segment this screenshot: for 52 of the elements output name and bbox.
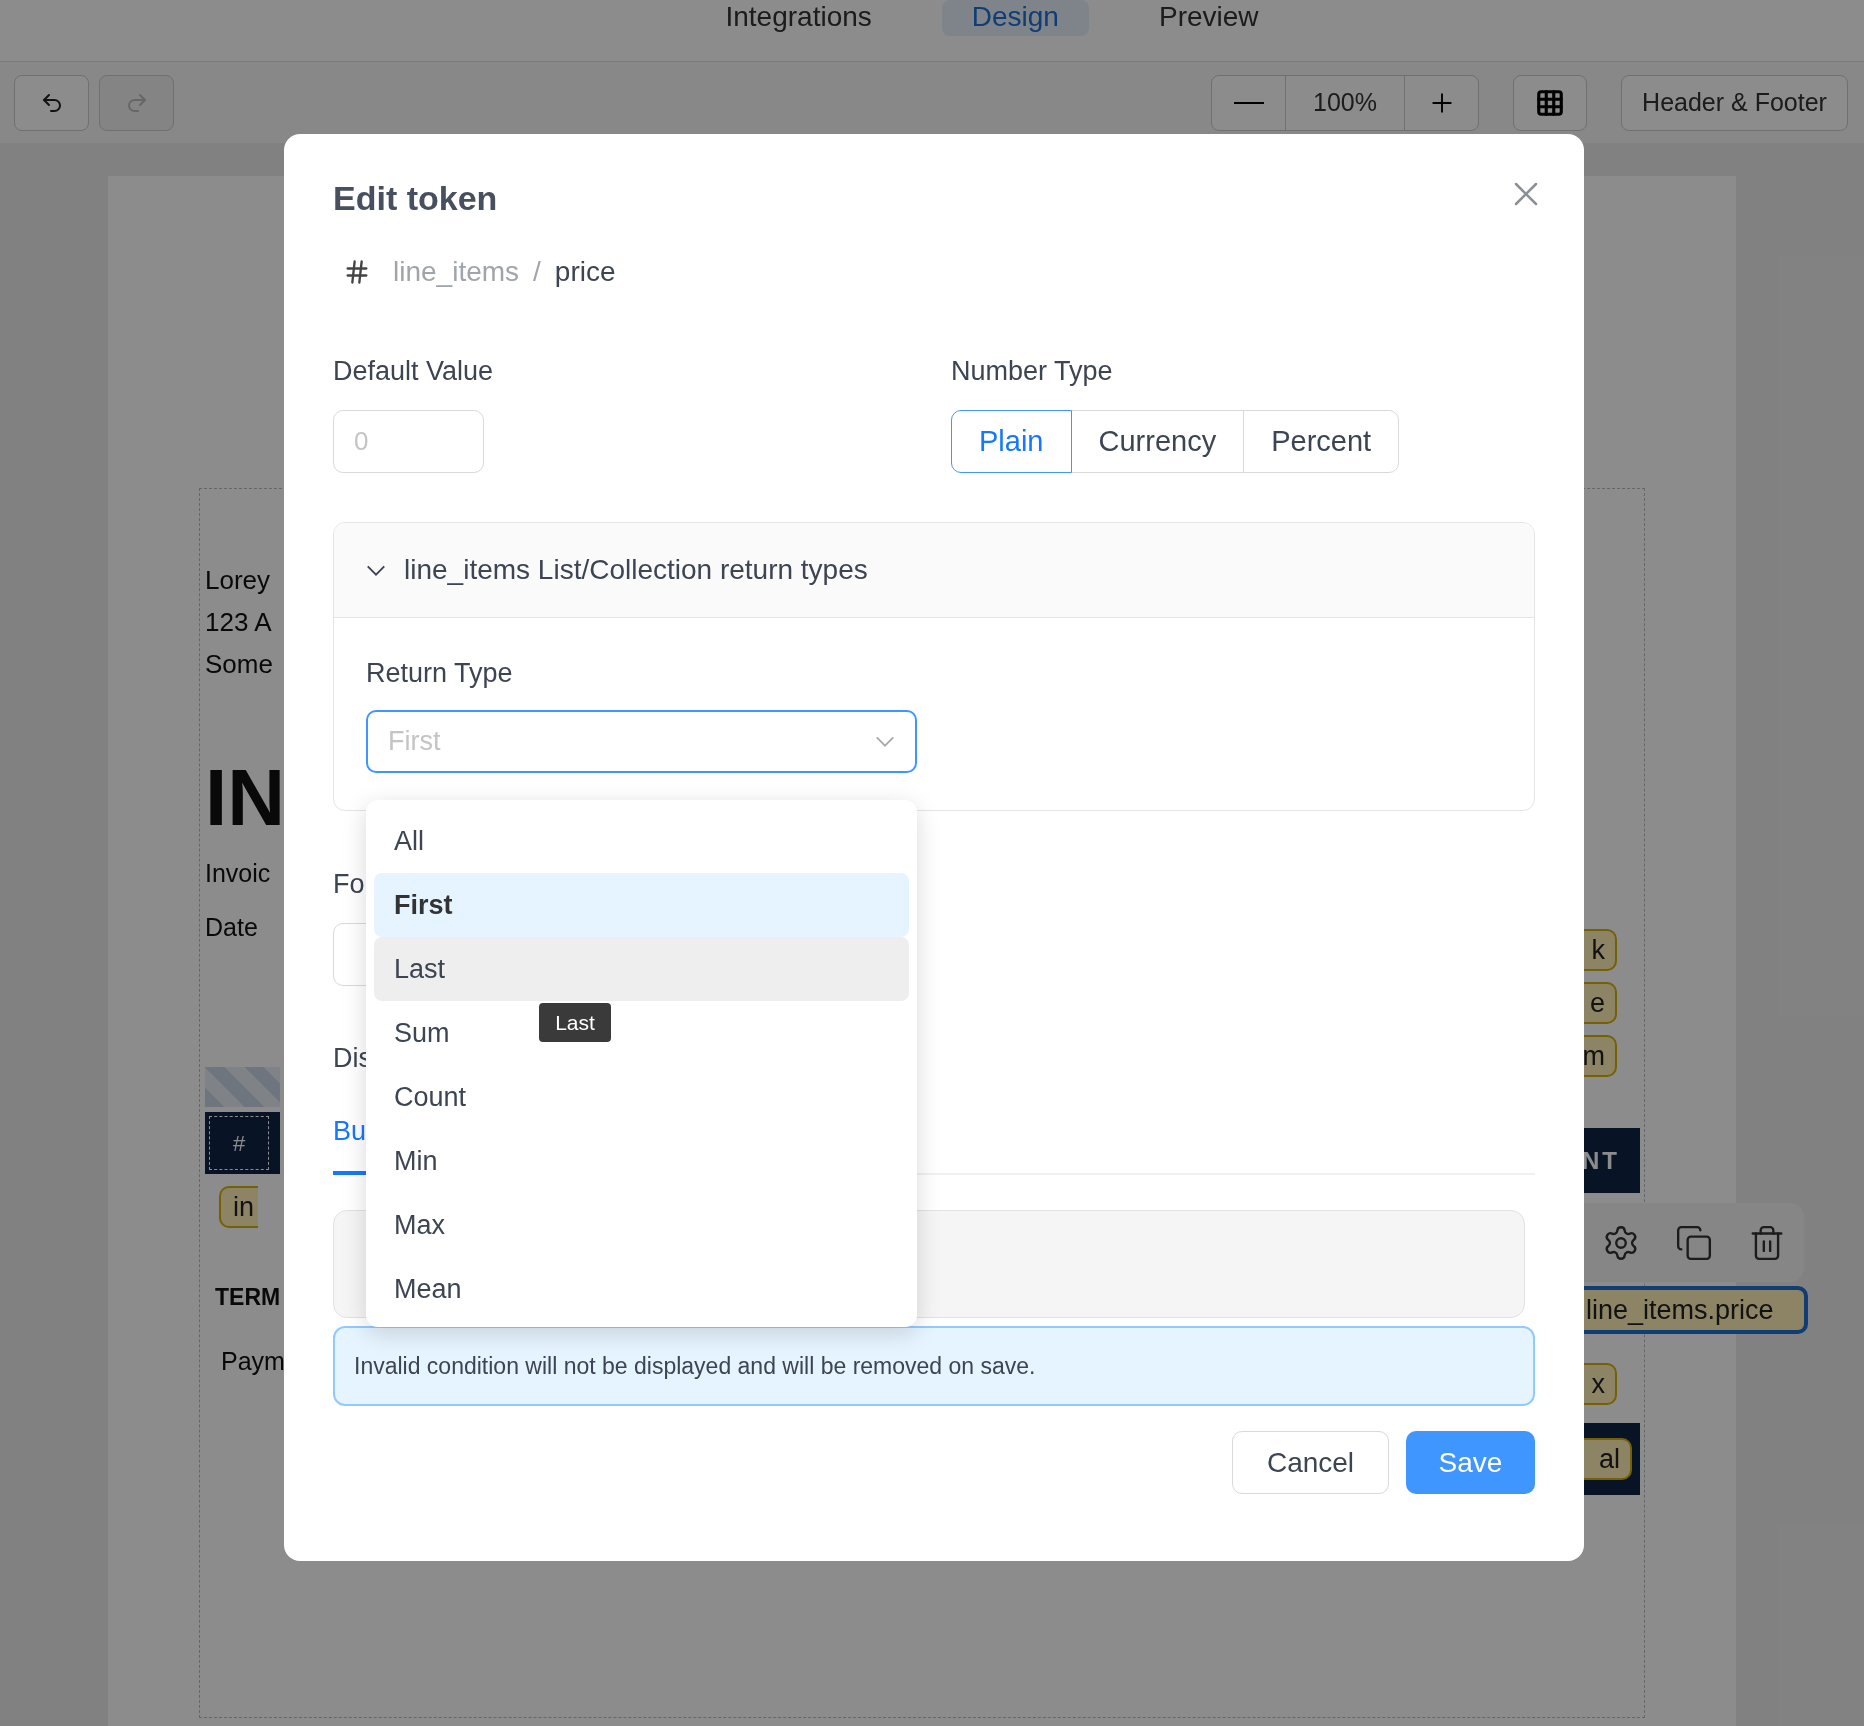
field-label: Default Value (333, 355, 495, 388)
top-tab[interactable]: Integrations (695, 0, 902, 36)
dropdown-option[interactable]: First (374, 873, 909, 937)
token-pill: k (1582, 929, 1617, 971)
default-value-input[interactable]: 0 (333, 410, 484, 473)
dialog-title: Edit token (333, 178, 498, 218)
token-pill: al (1582, 1438, 1632, 1480)
token-pill: x (1582, 1363, 1617, 1405)
dropdown-option[interactable]: Max (374, 1193, 465, 1257)
tooltip: Last (539, 1003, 611, 1042)
field-label: Return Type (366, 657, 514, 690)
meta-label: Invoic (205, 858, 272, 889)
info-alert: Invalid condition will not be displayed and will be removed on save. (333, 1326, 1535, 1406)
breadcrumb-parent: line_items (393, 255, 520, 289)
header-footer-button[interactable]: Header & Footer (1621, 74, 1848, 131)
number-type-option[interactable]: Currency (1070, 410, 1245, 473)
number-type-option[interactable]: Percent (1243, 410, 1400, 473)
table-header-cell-text: NT (1582, 1145, 1620, 1176)
terms-title: TERM (215, 1283, 281, 1312)
dropdown-option[interactable]: Last (374, 937, 909, 1001)
cancel-button[interactable]: Cancel (1232, 1431, 1389, 1494)
address-line: Lorey (205, 564, 272, 597)
zoom-level: 100% (1312, 86, 1378, 118)
table-header-cell: # (209, 1116, 269, 1170)
dropdown-option[interactable]: Sum (374, 1001, 470, 1065)
field-label: Fo (333, 868, 366, 901)
number-type-option[interactable]: Plain (951, 410, 1072, 473)
meta-label: Date (205, 912, 259, 943)
token-pill: m (1582, 1035, 1617, 1077)
breadcrumb-current: price (554, 255, 616, 289)
copy-icon[interactable] (1675, 1223, 1713, 1262)
dropdown-option[interactable]: All (374, 809, 444, 873)
collapse-header[interactable]: line_items List/Collection return types (334, 523, 1534, 618)
grid-button[interactable] (1513, 74, 1587, 131)
undo-button[interactable] (14, 74, 89, 131)
selected-token[interactable]: line_items.price (1584, 1286, 1808, 1334)
select-placeholder: First (388, 725, 442, 759)
breadcrumb-separator: / (533, 255, 541, 289)
chevron-down-icon (875, 736, 895, 747)
grid-icon (1535, 87, 1565, 118)
field-label: Number Type (951, 355, 1114, 388)
dropdown-option[interactable]: Mean (374, 1257, 482, 1321)
chevron-down-icon (366, 564, 386, 576)
dropdown-option[interactable]: Count (374, 1065, 487, 1129)
top-tab[interactable]: Preview (1128, 0, 1289, 36)
minus-icon (1233, 101, 1264, 104)
token-pill: e (1582, 982, 1617, 1024)
invoice-heading: IN (205, 758, 280, 838)
address-line: Some (205, 648, 274, 681)
dropdown-option[interactable]: Min (374, 1129, 458, 1193)
token-pill: in (219, 1186, 258, 1228)
address-line: 123 A (205, 606, 273, 639)
